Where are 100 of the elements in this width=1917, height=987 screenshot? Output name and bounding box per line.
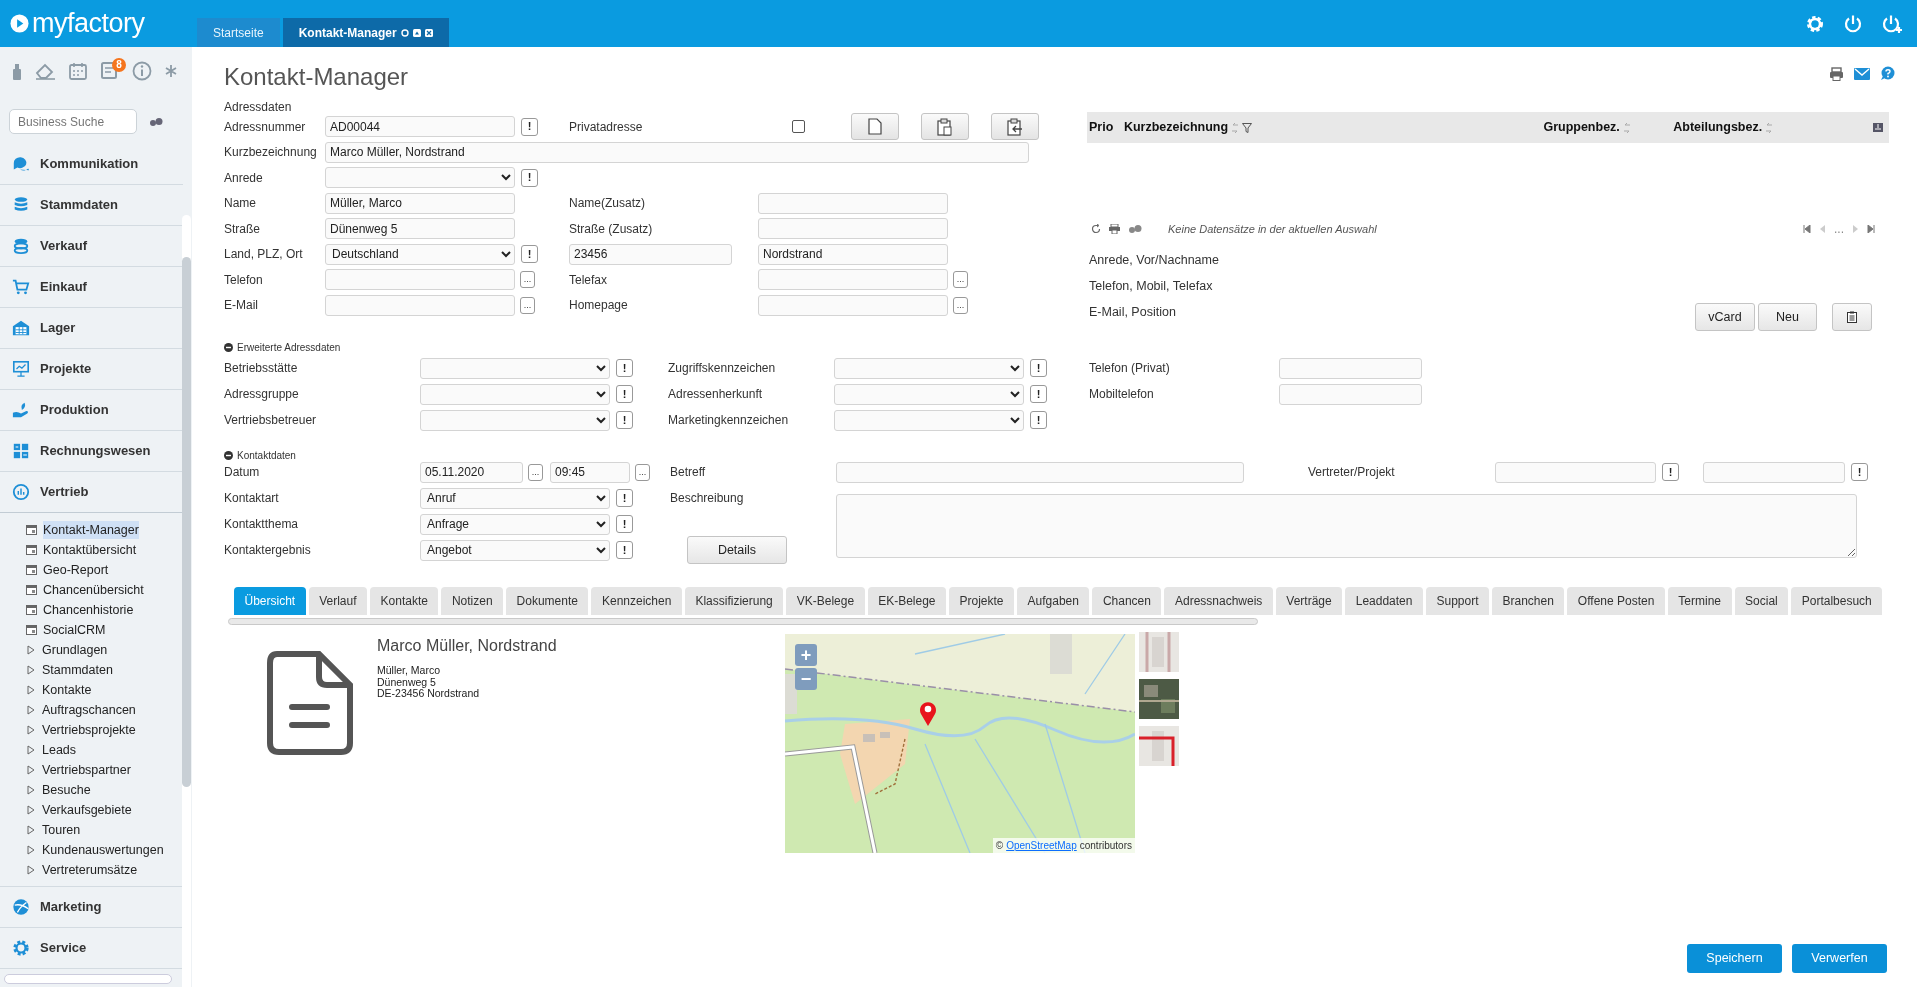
menu-item[interactable]: Besuche (42, 780, 91, 800)
settings-icon[interactable] (1128, 224, 1142, 234)
sidebar-section[interactable]: Stammdaten (0, 185, 183, 226)
settings-icon[interactable] (1805, 13, 1825, 34)
info-button[interactable]: ! (1030, 411, 1047, 429)
menu-item[interactable]: Auftragschancen (42, 700, 136, 720)
select-field[interactable]: Anruf (420, 487, 610, 509)
text-field[interactable] (1279, 383, 1422, 405)
tab[interactable]: Support (1425, 587, 1489, 615)
text-field[interactable]: Dünenweg 5 (325, 218, 515, 240)
sidebar-section[interactable]: Produktion (0, 390, 183, 431)
menu-item[interactable]: Kontaktübersicht (43, 540, 137, 560)
action-button[interactable]: Neu (1758, 303, 1817, 331)
horizontal-scrollbar[interactable] (228, 618, 1258, 625)
info-button[interactable]: ! (616, 489, 633, 507)
info-button[interactable]: ! (616, 515, 633, 533)
text-field[interactable] (325, 294, 515, 316)
text-field[interactable] (1495, 461, 1656, 483)
close-icon[interactable] (424, 28, 433, 37)
sidebar-section[interactable]: Service (0, 928, 183, 969)
select-field[interactable] (420, 383, 610, 405)
column-header[interactable]: Abteilungsbez. (1673, 118, 1774, 137)
select-field[interactable] (834, 383, 1024, 405)
menu-item[interactable]: Vertriebspartner (42, 760, 131, 780)
info-button[interactable]: ! (616, 541, 633, 559)
info-button[interactable]: ! (521, 117, 538, 136)
info-button[interactable]: ! (1030, 385, 1047, 403)
checklist-icon[interactable] (100, 61, 120, 81)
menu-item[interactable]: Kundenauswertungen (42, 840, 164, 860)
tab[interactable]: Termine (1667, 587, 1732, 615)
text-field[interactable] (758, 269, 948, 291)
menu-item[interactable]: SocialCRM (43, 620, 106, 640)
last-page-icon[interactable] (1867, 225, 1875, 233)
more-button[interactable]: ... (953, 296, 968, 314)
more-button[interactable]: ... (528, 463, 543, 481)
power-icon[interactable] (1843, 13, 1863, 34)
more-button[interactable]: ... (520, 271, 535, 289)
paste-button[interactable] (921, 113, 969, 141)
sidebar-section[interactable]: Kommunikation (0, 144, 183, 185)
tab[interactable]: Branchen (1492, 587, 1565, 615)
text-field[interactable] (758, 294, 948, 316)
print-icon[interactable] (1829, 66, 1844, 81)
search-field[interactable]: Business Suche (9, 109, 137, 134)
info-button[interactable]: ! (1662, 463, 1679, 481)
openstreetmap-link[interactable]: OpenStreetMap (1006, 838, 1077, 853)
next-page-icon[interactable] (1853, 225, 1858, 233)
tab[interactable]: Verlauf (308, 587, 368, 615)
asterisk-icon[interactable] (164, 64, 178, 78)
menu-item[interactable]: Vertriebsprojekte (42, 720, 136, 740)
tab[interactable]: Leaddaten (1345, 587, 1423, 615)
select-field[interactable]: Angebot (420, 539, 610, 561)
menu-item[interactable]: Grundlagen (42, 640, 108, 660)
time-field[interactable]: 09:45 (550, 461, 630, 483)
more-button[interactable]: ... (635, 463, 650, 481)
sidebar-section[interactable]: Einkauf (0, 267, 183, 308)
select-field[interactable] (834, 357, 1024, 379)
text-field[interactable] (836, 461, 1244, 483)
tab[interactable]: Notizen (441, 587, 504, 615)
power-plus-icon[interactable] (1881, 13, 1903, 34)
menu-item[interactable]: Vertreterumsätze (42, 860, 138, 880)
tab[interactable]: Offene Posten (1567, 587, 1665, 615)
mail-icon[interactable] (1854, 67, 1870, 80)
column-header[interactable]: Kurzbezeichnung (1123, 118, 1253, 137)
text-field[interactable]: 23456 (569, 243, 732, 265)
info-icon[interactable] (132, 61, 152, 81)
sidebar-section[interactable]: Projekte (0, 349, 183, 390)
sidebar-section[interactable]: Marketing (0, 887, 183, 928)
horizontal-scrollbar[interactable] (4, 974, 172, 984)
text-field[interactable] (325, 269, 515, 291)
tab[interactable]: EK-Belege (867, 587, 946, 615)
menu-item[interactable]: Chancenhistorie (43, 600, 134, 620)
select-field[interactable]: Anfrage (420, 513, 610, 535)
first-page-icon[interactable] (1803, 225, 1811, 233)
more-button[interactable]: ... (520, 296, 535, 314)
help-icon[interactable] (1880, 66, 1895, 81)
footer-button[interactable]: Speichern (1687, 944, 1782, 973)
collapse-icon[interactable] (224, 342, 233, 352)
select-field[interactable]: Deutschland (325, 243, 515, 265)
details-button[interactable]: Details (687, 536, 787, 564)
select-field[interactable] (325, 167, 515, 189)
menu-item[interactable]: Kontakte (42, 680, 92, 700)
sidebar-section[interactable]: Vertrieb (0, 472, 183, 513)
eraser-icon[interactable] (34, 61, 56, 81)
tab[interactable]: Kontakte (370, 587, 439, 615)
text-field[interactable]: Marco Müller, Nordstrand (325, 141, 1029, 163)
checkbox[interactable] (792, 120, 805, 134)
app-tab[interactable]: Kontakt-Manager (282, 18, 449, 47)
select-field[interactable] (420, 409, 610, 431)
tab[interactable]: Klassifizierung (684, 587, 784, 615)
info-button[interactable]: ! (521, 168, 538, 187)
import-button[interactable] (991, 113, 1039, 141)
new-document-button[interactable] (851, 113, 899, 141)
bottle-icon[interactable] (12, 61, 22, 81)
text-field[interactable] (1703, 461, 1845, 483)
menu-item[interactable]: Kontakt-Manager (43, 520, 139, 540)
refresh-icon[interactable] (1091, 224, 1101, 234)
tab[interactable]: Kennzeichen (591, 587, 682, 615)
more-button[interactable]: ... (953, 271, 968, 289)
settings-icon[interactable] (149, 116, 163, 127)
tab[interactable]: Verträge (1275, 587, 1343, 615)
